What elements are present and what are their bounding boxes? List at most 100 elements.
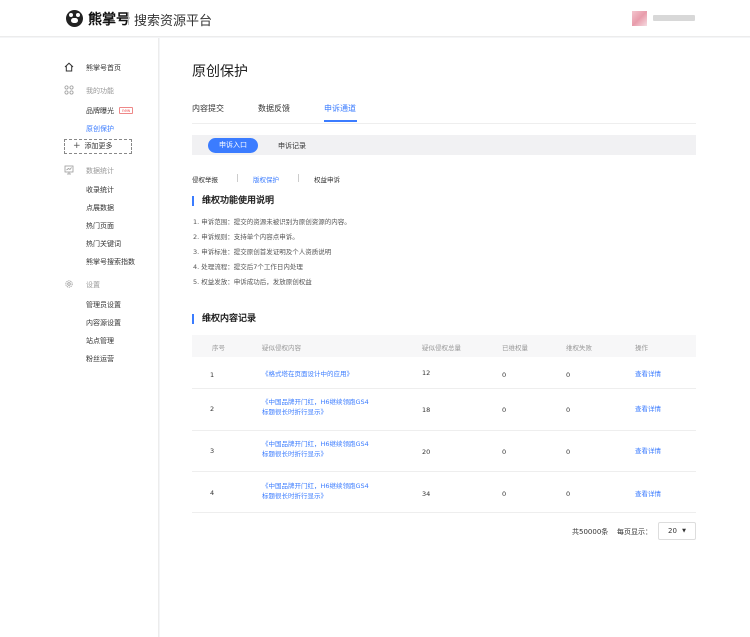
row-content-link[interactable]: 《中国品牌开门红，H6继续领跑GS4 标题很长时折行显示》 [262, 481, 369, 501]
row-failed: 0 [566, 371, 571, 379]
segment-appeal-records[interactable]: 申诉记录 [278, 141, 306, 151]
sidebar-item-original-protection[interactable]: 原创保护 [86, 124, 114, 134]
row-content-link[interactable]: 《中国品牌开门红，H6继续领跑GS4 标题很长时折行显示》 [262, 439, 369, 459]
user-avatar[interactable] [632, 11, 647, 26]
row-content-line: 标题很长时折行显示》 [262, 450, 327, 458]
view-details-link[interactable]: 查看详情 [635, 446, 661, 456]
tab-content-submit[interactable]: 内容提交 [192, 103, 224, 114]
top-header: 熊掌号 搜索资源平台 [0, 0, 750, 37]
row-defended: 0 [502, 371, 507, 379]
row-total: 34 [422, 490, 431, 498]
column-header-content: 疑似侵权内容 [262, 344, 301, 352]
sidebar-item-site-management[interactable]: 站点管理 [86, 336, 114, 346]
row-content-link[interactable]: 《格式塔在页面设计中的应用》 [262, 369, 353, 379]
row-total: 20 [422, 448, 431, 456]
settings-icon [65, 280, 73, 288]
sidebar-group-my-features: 我的功能 [86, 87, 114, 95]
usage-line: 1. 申诉范围：提交的资源未被识别为原创资源的内容。 [193, 218, 351, 226]
row-total: 12 [422, 369, 431, 377]
column-header-defended: 已维权量 [502, 344, 528, 352]
sidebar-group-data-stats: 数据统计 [86, 167, 114, 175]
usage-line: 4. 处理流程：提交后7个工作日内处理 [193, 263, 303, 271]
segment-bar [192, 135, 696, 155]
sidebar-item-index-stats[interactable]: 收录统计 [86, 185, 114, 195]
platform-name: 搜索资源平台 [134, 14, 213, 29]
row-defended: 0 [502, 406, 507, 414]
sidebar: 熊掌号首页 我的功能 品牌曝光 new 原创保护 + 添加更多 数据统计 收录统计 … [0, 38, 159, 637]
usage-line: 3. 申诉标准：提交原创首发证明及个人资质说明 [193, 248, 332, 256]
usage-section-title: 维权功能使用说明 [192, 196, 274, 206]
usage-line: 5. 权益发放：申诉成功后，发放原创权益 [193, 278, 312, 286]
page-title: 原创保护 [192, 64, 248, 80]
features-icon [64, 85, 74, 95]
row-content-line: 《中国品牌开门红，H6继续领跑GS4 [262, 440, 369, 448]
stats-icon [64, 165, 74, 175]
dropdown-arrow-icon: ▼ [682, 528, 686, 534]
user-name-blurred[interactable] [653, 15, 695, 21]
subtab-divider [298, 174, 299, 182]
row-index: 2 [210, 405, 215, 413]
tab-data-feedback[interactable]: 数据反馈 [258, 103, 290, 114]
sidebar-item-hot-pages[interactable]: 热门页面 [86, 221, 114, 231]
sidebar-item-home[interactable]: 熊掌号首页 [86, 63, 121, 73]
total-count: 共50000条 [572, 528, 609, 536]
brand-divider [128, 12, 129, 25]
view-details-link[interactable]: 查看详情 [635, 404, 661, 414]
subtab-copyright-protection[interactable]: 版权保护 [253, 174, 279, 184]
new-badge: new [119, 107, 134, 114]
row-divider [192, 471, 696, 472]
row-index: 4 [210, 489, 215, 497]
home-icon [64, 62, 74, 72]
plus-icon: + [73, 141, 81, 151]
column-header-failed: 维权失败 [566, 344, 592, 352]
add-more-button[interactable]: + 添加更多 [64, 139, 132, 154]
main-content: 原创保护 内容提交 数据反馈 申诉通道 申诉入口 申诉记录 侵权举报 版权保护 … [160, 38, 750, 637]
tabs-divider [192, 123, 696, 124]
row-content-link[interactable]: 《中国品牌开门红，H6继续领跑GS4 标题很长时折行显示》 [262, 397, 369, 417]
sidebar-item-fan-operations[interactable]: 粉丝运营 [86, 354, 114, 364]
sidebar-item-admin-settings[interactable]: 管理员设置 [86, 300, 121, 310]
row-content-line: 《格式塔在页面设计中的应用》 [262, 370, 353, 378]
sidebar-group-settings: 设置 [86, 281, 100, 289]
view-details-link[interactable]: 查看详情 [635, 489, 661, 499]
sidebar-item-hot-keywords[interactable]: 热门关键词 [86, 239, 121, 249]
row-content-line: 《中国品牌开门红，H6继续领跑GS4 [262, 398, 369, 406]
per-page-select[interactable]: 20 ▼ [658, 522, 696, 540]
column-header-index: 序号 [212, 344, 225, 352]
row-divider [192, 388, 696, 389]
row-defended: 0 [502, 490, 507, 498]
tab-appeal-channel[interactable]: 申诉通道 [324, 103, 356, 114]
row-content-line: 《中国品牌开门红，H6继续领跑GS4 [262, 482, 369, 490]
subtab-rights-appeal[interactable]: 权益申诉 [314, 174, 340, 184]
column-header-action: 操作 [635, 344, 648, 352]
row-index: 3 [210, 447, 215, 455]
row-divider [192, 512, 696, 513]
row-failed: 0 [566, 406, 571, 414]
per-page-value: 20 [668, 527, 677, 535]
sidebar-item-content-source[interactable]: 内容源设置 [86, 318, 121, 328]
sidebar-item-brand-exposure[interactable]: 品牌曝光 new [86, 106, 134, 116]
subtab-divider [237, 174, 238, 182]
per-page-label: 每页显示： [617, 528, 652, 536]
subtab-infringement-report[interactable]: 侵权举报 [192, 174, 218, 184]
add-more-label: 添加更多 [84, 142, 113, 150]
usage-line: 2. 申诉规则：支持单个内容点申诉。 [193, 233, 299, 241]
row-divider [192, 430, 696, 431]
row-failed: 0 [566, 448, 571, 456]
row-content-line: 标题很长时折行显示》 [262, 408, 327, 416]
row-content-line: 标题很长时折行显示》 [262, 492, 327, 500]
row-failed: 0 [566, 490, 571, 498]
column-header-total: 疑似侵权总量 [422, 344, 461, 352]
sidebar-item-search-index[interactable]: 熊掌号搜索指数 [86, 257, 135, 267]
row-index: 1 [210, 371, 215, 379]
view-details-link[interactable]: 查看详情 [635, 369, 661, 379]
sidebar-item-label: 品牌曝光 [86, 107, 114, 115]
segment-appeal-entry[interactable]: 申诉入口 [208, 138, 258, 153]
brand-name[interactable]: 熊掌号 [88, 9, 130, 29]
row-defended: 0 [502, 448, 507, 456]
sidebar-item-click-data[interactable]: 点展数据 [86, 203, 114, 213]
records-section-title: 维权内容记录 [192, 314, 256, 324]
row-total: 18 [422, 406, 431, 414]
paw-logo-icon[interactable] [66, 10, 83, 27]
active-tab-indicator [324, 120, 357, 122]
